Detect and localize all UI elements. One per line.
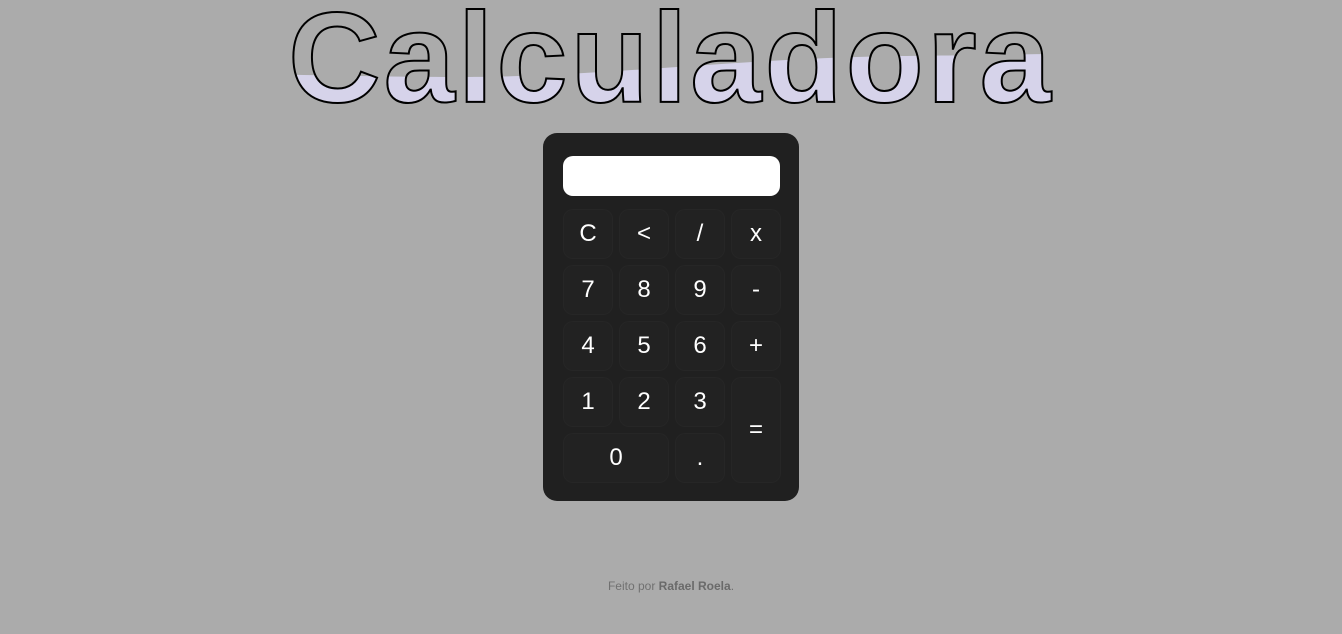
divide-button[interactable]: / [675,209,725,259]
nine-button[interactable]: 9 [675,265,725,315]
seven-button[interactable]: 7 [563,265,613,315]
clear-button[interactable]: C [563,209,613,259]
backspace-button[interactable]: < [619,209,669,259]
one-button[interactable]: 1 [563,377,613,427]
footer: Feito por Rafael Roela. [0,579,1342,593]
three-button[interactable]: 3 [675,377,725,427]
page: Calculadora Calculadora C < / x 7 8 9 - … [0,0,1342,634]
page-header: Calculadora Calculadora [0,0,1342,120]
footer-prefix: Feito por [607,579,656,593]
six-button[interactable]: 6 [675,321,725,371]
display-field[interactable] [563,156,780,196]
footer-author: Rafael Roela [658,579,731,593]
two-button[interactable]: 2 [619,377,669,427]
calculator: C < / x 7 8 9 - 4 5 6 + 1 2 3 = 0 . [543,133,799,501]
page-title: Calculadora Calculadora [287,0,1054,120]
multiply-button[interactable]: x [731,209,781,259]
five-button[interactable]: 5 [619,321,669,371]
title-outline: Calculadora [288,0,1054,120]
eight-button[interactable]: 8 [619,265,669,315]
four-button[interactable]: 4 [563,321,613,371]
plus-button[interactable]: + [731,321,781,371]
footer-suffix: . [730,579,735,593]
equals-button[interactable]: = [731,377,781,483]
minus-button[interactable]: - [731,265,781,315]
zero-button[interactable]: 0 [563,433,669,483]
decimal-button[interactable]: . [675,433,725,483]
